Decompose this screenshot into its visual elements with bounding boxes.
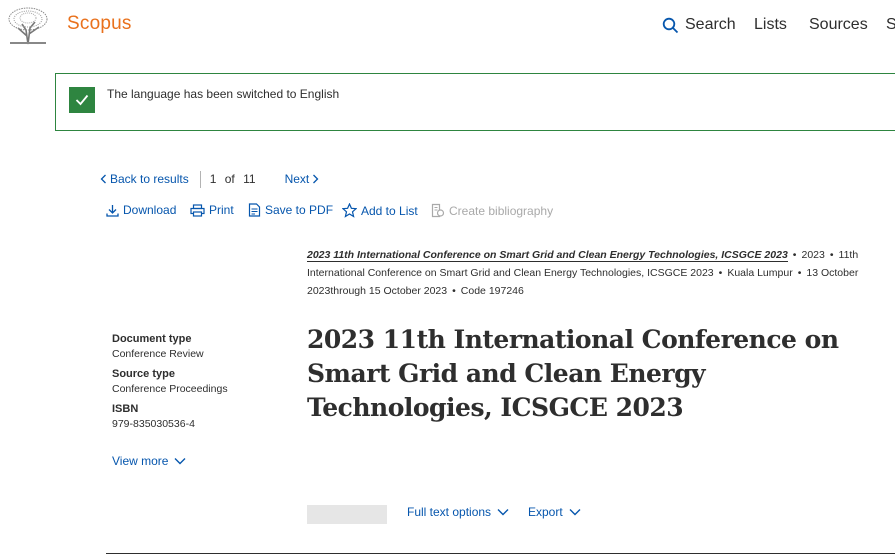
- save-to-pdf-button[interactable]: Save to PDF: [248, 203, 333, 217]
- download-icon: [106, 204, 119, 217]
- bibliography-icon: [431, 203, 445, 218]
- bullet: •: [718, 267, 723, 279]
- printer-icon: [190, 203, 205, 217]
- search-icon: [662, 17, 679, 33]
- document-type-value: Conference Review: [112, 348, 204, 360]
- print-label: Print: [209, 203, 234, 217]
- document-type-label: Document type: [112, 333, 192, 345]
- chevron-left-icon: [100, 174, 106, 184]
- conference-source-link[interactable]: 2023 11th International Conference on Sm…: [307, 249, 788, 262]
- bullet: •: [792, 249, 797, 261]
- bullet: •: [829, 249, 834, 261]
- elsevier-tree-logo[interactable]: [6, 6, 50, 46]
- chevron-down-icon: [569, 509, 581, 516]
- scopus-brand[interactable]: Scopus: [67, 13, 132, 35]
- back-to-results-label: Back to results: [110, 172, 189, 186]
- next-result-link[interactable]: Next: [285, 172, 320, 186]
- star-icon: [342, 203, 357, 218]
- chevron-down-icon: [174, 458, 186, 465]
- source-information: 2023 11th International Conference on Sm…: [307, 246, 862, 300]
- source-code: Code 197246: [460, 285, 524, 297]
- bullet: •: [452, 285, 456, 297]
- result-counter: 1 of 11: [210, 172, 261, 186]
- create-bibliography-label: Create bibliography: [449, 203, 554, 218]
- source-type-value: Conference Proceedings: [112, 383, 228, 395]
- document-title: 2023 11th International Conference on Sm…: [307, 325, 839, 422]
- nav-search[interactable]: Search: [662, 16, 736, 34]
- full-text-options-label: Full text options: [407, 505, 492, 519]
- source-year: 2023: [801, 249, 825, 261]
- view-more-button[interactable]: View more: [112, 454, 186, 468]
- divider: [199, 170, 201, 188]
- alert-message: The language has been switched to Englis…: [107, 87, 340, 101]
- bullet: •: [797, 267, 802, 279]
- check-icon: [69, 87, 95, 113]
- result-of: of: [224, 172, 235, 186]
- divider-line: [106, 553, 895, 554]
- print-button[interactable]: Print: [190, 203, 234, 217]
- access-placeholder: [307, 505, 387, 524]
- nav-lists[interactable]: Lists: [754, 16, 787, 34]
- source-type-label: Source type: [112, 368, 175, 380]
- nav-sources[interactable]: Sources: [809, 16, 868, 34]
- isbn-label: ISBN: [112, 403, 139, 415]
- next-label: Next: [284, 172, 310, 186]
- source-location: Kuala Lumpur: [727, 267, 793, 279]
- full-text-options-button[interactable]: Full text options: [407, 505, 509, 519]
- add-to-list-button[interactable]: Add to List: [342, 203, 418, 218]
- chevron-right-icon: [313, 174, 319, 184]
- add-to-list-label: Add to List: [361, 203, 418, 218]
- result-current: 1: [209, 172, 217, 186]
- back-to-results-link[interactable]: Back to results: [100, 172, 189, 186]
- create-bibliography-button[interactable]: Create bibliography: [431, 203, 553, 218]
- results-navigation: Back to results 1 of 11 Next: [100, 170, 319, 188]
- download-label: Download: [123, 203, 177, 217]
- export-label: Export: [528, 505, 563, 519]
- document-metadata: Document type Conference Review Source t…: [112, 333, 292, 438]
- chevron-down-icon: [497, 509, 509, 516]
- result-total: 11: [243, 172, 256, 186]
- save-to-pdf-label: Save to PDF: [265, 203, 334, 217]
- download-button[interactable]: Download: [106, 203, 176, 217]
- top-header: Scopus Search Lists Sources S: [0, 0, 895, 52]
- language-alert: The language has been switched to Englis…: [55, 73, 895, 131]
- isbn-value: 979-835030536-4: [112, 418, 195, 430]
- nav-search-label: Search: [685, 16, 736, 33]
- nav-item-truncated[interactable]: S: [886, 16, 895, 34]
- export-button[interactable]: Export: [528, 505, 581, 519]
- pdf-file-icon: [248, 203, 261, 217]
- view-more-label: View more: [112, 454, 169, 468]
